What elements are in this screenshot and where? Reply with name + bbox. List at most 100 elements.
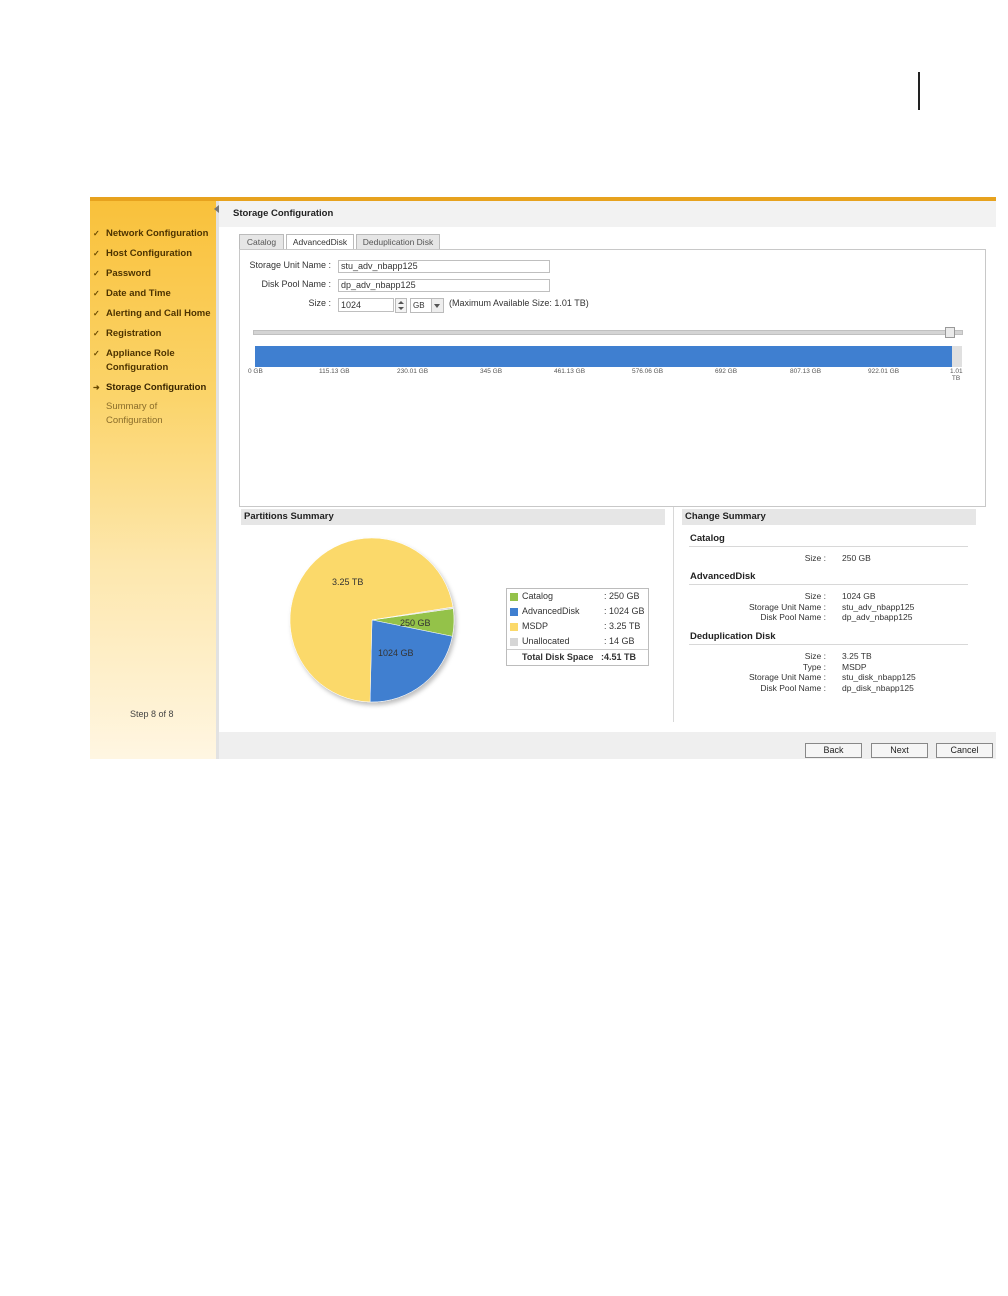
legend-total-value: :4.51 TB [601, 652, 637, 662]
check-icon: ✓ [93, 289, 100, 298]
advanceddisk-stu-value: stu_adv_nbapp125 [842, 602, 915, 612]
legend-row-total: Total Disk Space :4.51 TB [507, 649, 648, 665]
size-stepper[interactable] [395, 298, 407, 313]
pie-label-advanceddisk: 1024 GB [378, 648, 414, 658]
step-password[interactable]: ✓ Password [90, 267, 216, 281]
legend-row-msdp: MSDP : 3.25 TB [507, 619, 648, 634]
step-storage-configuration[interactable]: ➜ Storage Configuration [90, 381, 216, 395]
legend-row-catalog: Catalog : 250 GB [507, 589, 648, 604]
summary-divider [673, 507, 674, 722]
tick-label: 115.13 GB [319, 368, 350, 375]
appliance-config-window: ✓ Network Configuration ✓ Host Configura… [90, 197, 996, 759]
size-slider-track[interactable] [253, 330, 963, 335]
step-registration[interactable]: ✓ Registration [90, 327, 216, 341]
legend-total-label: Total Disk Space [522, 652, 594, 662]
partitions-pie-chart: 3.25 TB 250 GB 1024 GB [289, 537, 455, 703]
tick-label: 461.13 GB [554, 368, 586, 375]
size-slider-handle[interactable] [945, 327, 955, 338]
step-date-and-time[interactable]: ✓ Date and Time [90, 287, 216, 301]
advanceddisk-stu-key: Storage Unit Name : [748, 602, 826, 612]
catalog-size-value: 250 GB [842, 553, 871, 563]
storage-unit-name-label: Storage Unit Name : [249, 260, 331, 270]
check-icon: ✓ [93, 269, 100, 278]
disk-pool-name-input[interactable] [338, 279, 550, 292]
check-icon: ✓ [93, 229, 100, 238]
dedup-dp-value: dp_disk_nbapp125 [842, 683, 914, 693]
tick-label: 230.01 GB [397, 368, 429, 375]
pie-label-msdp: 3.25 TB [332, 577, 363, 587]
advanceddisk-size-value: 1024 GB [842, 591, 876, 601]
step-label: Alerting and Call Home [106, 308, 211, 319]
advanceddisk-dp-value: dp_adv_nbapp125 [842, 612, 913, 622]
pie-label-catalog: 250 GB [400, 618, 431, 628]
step-host-configuration[interactable]: ✓ Host Configuration [90, 247, 216, 261]
check-icon: ✓ [93, 309, 100, 318]
legend-value: : 1024 GB [604, 606, 645, 616]
step-appliance-role-configuration[interactable]: ✓ Appliance Role Configuration [90, 347, 186, 375]
legend-swatch [510, 608, 518, 616]
divider [689, 546, 968, 547]
legend-swatch [510, 593, 518, 601]
tab-label: AdvancedDisk [292, 237, 348, 247]
legend-name: Unallocated [522, 636, 570, 646]
dedup-stu-key: Storage Unit Name : [748, 672, 826, 682]
partitions-summary-header: Partitions Summary [241, 509, 665, 525]
dedup-dp-key: Disk Pool Name : [760, 683, 826, 693]
wizard-sidebar: ✓ Network Configuration ✓ Host Configura… [90, 201, 216, 759]
wizard-footer: Back Next Cancel [219, 732, 996, 759]
tab-catalog[interactable]: Catalog [239, 234, 284, 249]
check-icon: ✓ [93, 249, 100, 258]
legend-name: MSDP [522, 621, 549, 631]
legend-row-unallocated: Unallocated : 14 GB [507, 634, 648, 649]
legend-value: : 3.25 TB [604, 621, 641, 631]
legend-row-advanceddisk: AdvancedDisk : 1024 GB [507, 604, 648, 619]
step-label: Host Configuration [106, 248, 193, 259]
change-summary-catalog-heading: Catalog [690, 533, 725, 544]
dedup-size-value: 3.25 TB [842, 651, 872, 661]
legend-value: : 14 GB [604, 636, 635, 646]
advanceddisk-tab-panel: Storage Unit Name : Disk Pool Name : Siz… [239, 249, 986, 507]
step-label: Network Configuration [106, 228, 209, 239]
next-button[interactable]: Next [871, 743, 928, 758]
step-counter: Step 8 of 8 [130, 709, 174, 719]
back-button[interactable]: Back [805, 743, 862, 758]
step-network-configuration[interactable]: ✓ Network Configuration [90, 227, 216, 241]
tab-deduplication-disk[interactable]: Deduplication Disk [356, 234, 440, 249]
step-label: Storage Configuration [106, 382, 207, 393]
tick-label: 807.13 GB [790, 368, 822, 375]
tick-label: 0 GB [248, 368, 263, 375]
storage-unit-name-input[interactable] [338, 260, 550, 273]
check-icon: ✓ [93, 349, 100, 358]
size-input[interactable] [338, 298, 394, 312]
page-title: Storage Configuration [233, 208, 334, 219]
advanceddisk-dp-key: Disk Pool Name : [760, 612, 826, 622]
step-label: Date and Time [106, 288, 171, 299]
stepper-up-icon[interactable] [398, 301, 404, 304]
stepper-down-icon[interactable] [398, 307, 404, 310]
dedup-stu-value: stu_disk_nbapp125 [842, 672, 916, 682]
main-panel: Storage Configuration Catalog AdvancedDi… [219, 201, 996, 759]
cancel-button[interactable]: Cancel [936, 743, 993, 758]
tick-label: 576.06 GB [632, 368, 664, 375]
size-label: Size : [308, 298, 331, 308]
divider [689, 644, 968, 645]
maximum-size-note: (Maximum Available Size: 1.01 TB) [449, 298, 589, 308]
legend-swatch [510, 638, 518, 646]
legend-name: Catalog [522, 591, 554, 601]
check-icon: ✓ [93, 329, 100, 338]
page-margin-rule [918, 72, 920, 110]
change-summary-dedup-heading: Deduplication Disk [690, 631, 776, 642]
step-label: Appliance Role Configuration [106, 348, 175, 373]
arrow-right-icon: ➜ [93, 383, 100, 392]
title-bar: Storage Configuration [219, 201, 996, 227]
chevron-down-icon[interactable] [431, 298, 444, 313]
tab-advanceddisk[interactable]: AdvancedDisk [286, 234, 354, 250]
tab-label: Deduplication Disk [362, 237, 434, 247]
tab-label: Catalog [246, 237, 277, 247]
tick-label: 692 GB [715, 368, 738, 375]
allocation-bar [255, 346, 962, 367]
step-label: Registration [106, 328, 162, 339]
partitions-legend: Catalog : 250 GB AdvancedDisk : 1024 GB … [506, 588, 649, 666]
step-alerting-and-call-home[interactable]: ✓ Alerting and Call Home [90, 307, 216, 321]
disk-pool-name-label: Disk Pool Name : [261, 279, 331, 289]
